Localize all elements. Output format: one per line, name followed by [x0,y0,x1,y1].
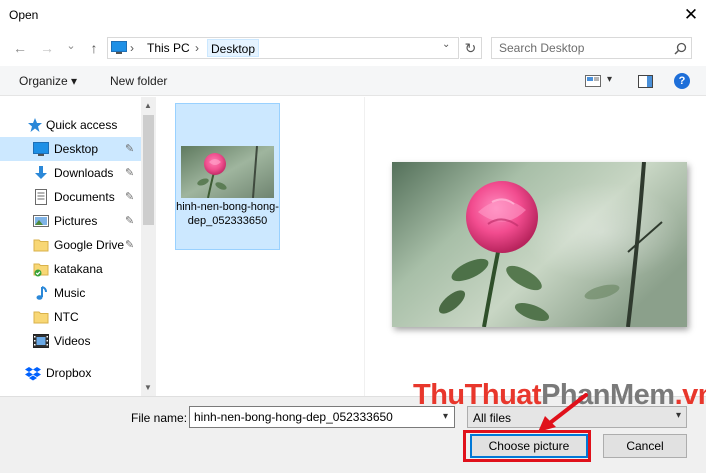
sidebar-item-label: Google Drive [54,238,125,252]
image-preview [392,162,687,327]
change-view-icon[interactable] [585,75,601,87]
pin-icon: ✎ [125,143,135,155]
annotation-arrow-icon [538,393,588,432]
videos-icon [33,334,49,348]
sidebar-item-label: Quick access [46,118,118,132]
organize-button[interactable]: Organize ▾ [19,74,77,88]
sidebar-item-documents[interactable]: Documents ✎ [0,185,141,209]
sidebar-item-desktop[interactable]: Desktop ✎ [0,137,141,161]
scroll-up-icon[interactable]: ▲ [144,101,152,110]
file-name-input[interactable] [190,407,436,427]
sidebar-item-label: Videos [54,334,91,348]
title-bar [0,0,706,31]
view-options-arrow-icon[interactable]: ▾ [607,74,612,85]
sidebar-item-label: NTC [54,310,79,324]
pin-icon: ✎ [125,215,135,227]
sidebar-item-dropbox[interactable]: Dropbox [0,361,141,385]
recent-locations-button[interactable]: ⌄ [62,35,80,57]
annotation-highlight-box [463,430,591,462]
sidebar-item-google-drive[interactable]: Google Drive ✎ [0,233,141,257]
sidebar-item-label: Music [54,286,86,300]
sidebar-item-ntc[interactable]: NTC [0,305,141,329]
pin-icon: ✎ [125,239,135,251]
sidebar-item-label: Documents [54,190,115,204]
breadcrumb-this-pc[interactable]: This PC [147,41,190,55]
pin-icon: ✎ [125,167,135,179]
address-dropdown-icon[interactable]: ⌄ [442,39,450,50]
documents-icon [35,189,47,205]
folder-icon [33,239,49,252]
breadcrumb-chevron-icon: › [195,41,199,55]
sidebar-item-label: Dropbox [46,366,92,380]
forward-button[interactable]: → [36,37,58,59]
music-icon [36,286,47,300]
sidebar-item-label: Pictures [54,214,98,228]
pictures-icon [33,215,49,227]
folder-sync-icon [33,263,49,277]
this-pc-icon [111,41,127,54]
address-bar[interactable]: › This PC › Desktop ⌄ [107,37,459,59]
file-name-label: File name: [131,411,188,425]
sidebar-item-music[interactable]: Music [0,281,141,305]
file-item-name: hinh-nen-bong-hong-dep_052333650 [176,201,279,227]
scroll-down-icon[interactable]: ▼ [144,383,152,392]
sidebar-item-quick-access[interactable]: Quick access [0,113,141,137]
sidebar-item-label: Desktop [54,142,99,156]
cancel-button[interactable]: Cancel [603,434,687,458]
back-button[interactable]: ← [9,37,31,59]
sidebar-item-downloads[interactable]: Downloads ✎ [0,161,141,185]
up-button[interactable]: ↑ [83,37,105,59]
breadcrumb-desktop[interactable]: Desktop [207,39,260,57]
dropbox-icon [25,367,41,381]
pin-icon: ✎ [125,191,135,203]
file-item[interactable]: hinh-nen-bong-hong-dep_052333650 [175,103,280,250]
new-folder-button[interactable]: New folder [110,74,167,88]
folder-icon [33,311,49,324]
search-box[interactable] [491,37,692,59]
refresh-button[interactable]: ↻ [460,37,482,59]
star-icon [28,118,42,132]
search-icon[interactable] [674,42,687,55]
sidebar-item-katakana[interactable]: katakana [0,257,141,281]
sidebar-item-pictures[interactable]: Pictures ✎ [0,209,141,233]
file-type-value: All files [473,411,512,425]
desktop-icon [33,142,49,156]
sidebar-item-videos[interactable]: Videos [0,329,141,353]
help-icon[interactable]: ? [674,73,690,89]
file-thumbnail [181,146,274,198]
sidebar-item-label: Downloads [54,166,114,180]
navigation-pane: Quick access Desktop ✎ Downloads ✎ Docum… [0,97,156,396]
nav-scrollbar-thumb[interactable] [143,115,154,225]
breadcrumb-chevron-icon: › [130,41,134,55]
search-input[interactable] [492,38,662,58]
close-icon[interactable]: ✕ [680,3,702,27]
preview-pane-icon[interactable] [638,75,653,88]
sidebar-item-label: katakana [54,262,103,276]
download-icon [35,166,47,179]
window-title: Open [9,8,39,22]
